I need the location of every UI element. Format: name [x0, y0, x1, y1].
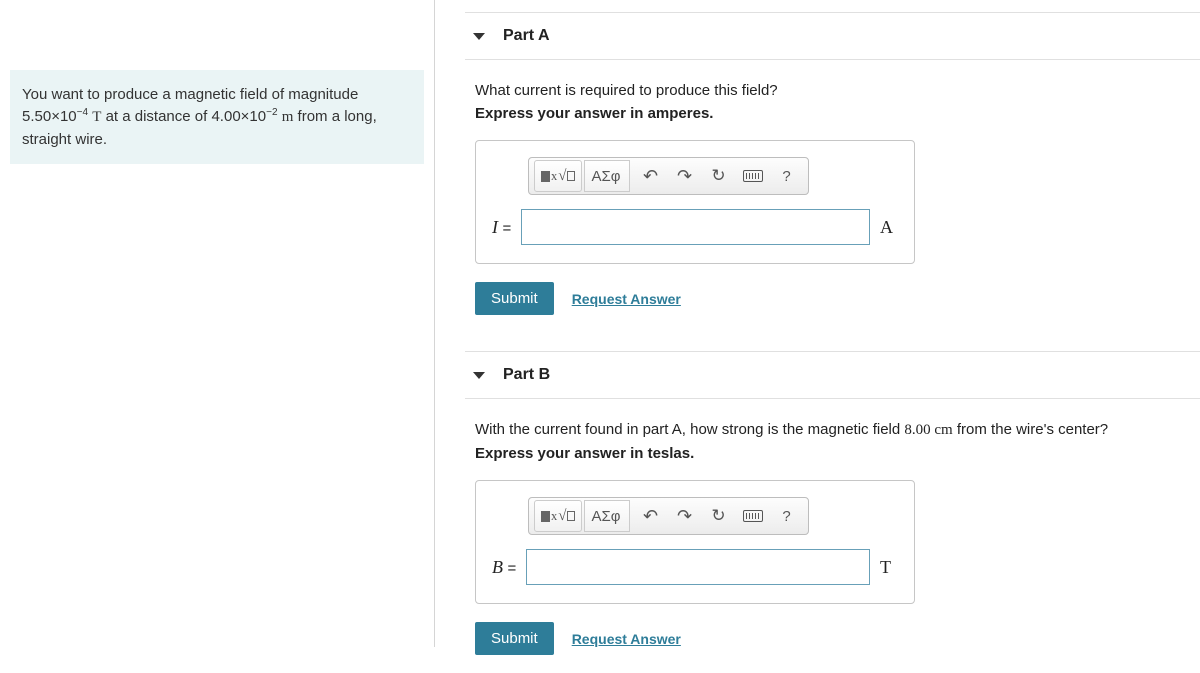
- redo-icon: ↷: [677, 166, 692, 187]
- undo-icon: ↶: [643, 166, 658, 187]
- keyboard-button[interactable]: [737, 501, 769, 531]
- part-b-request-answer-link[interactable]: Request Answer: [572, 631, 681, 647]
- reset-button[interactable]: ↻: [703, 501, 735, 531]
- distance-value: 4.00×10−2: [211, 108, 277, 125]
- part-b-instruction: Express your answer in teslas.: [475, 445, 1190, 462]
- part-a-instruction: Express your answer in amperes.: [475, 105, 1190, 122]
- keyboard-icon: [743, 510, 763, 522]
- part-a-unit: A: [880, 217, 898, 238]
- redo-icon: ↷: [677, 506, 692, 527]
- part-b-title: Part B: [503, 366, 550, 384]
- part-b-header[interactable]: Part B: [465, 351, 1200, 399]
- undo-button[interactable]: ↶: [635, 161, 667, 191]
- reset-icon: ↻: [711, 166, 725, 186]
- templates-icon: x√: [541, 508, 575, 525]
- part-b-unit: T: [880, 557, 898, 578]
- part-a-answer-input[interactable]: [521, 209, 870, 245]
- templates-icon: x√: [541, 168, 575, 185]
- help-button[interactable]: ?: [771, 161, 803, 191]
- part-b-question: With the current found in part A, how st…: [475, 421, 1190, 439]
- equation-toolbar: x√ ΑΣφ ↶ ↷ ↻ ?: [528, 497, 809, 535]
- undo-icon: ↶: [643, 506, 658, 527]
- part-b-submit-button[interactable]: Submit: [475, 622, 554, 655]
- problem-statement: You want to produce a magnetic field of …: [10, 70, 424, 164]
- symbols-button[interactable]: ΑΣφ: [584, 160, 629, 192]
- help-button[interactable]: ?: [771, 501, 803, 531]
- undo-button[interactable]: ↶: [635, 501, 667, 531]
- variable-label-I: I =: [492, 217, 511, 238]
- keyboard-button[interactable]: [737, 161, 769, 191]
- templates-button[interactable]: x√: [534, 160, 582, 192]
- part-a-title: Part A: [503, 27, 550, 45]
- reset-icon: ↻: [711, 506, 725, 526]
- part-a-answer-group: x√ ΑΣφ ↶ ↷ ↻ ? I = A: [475, 140, 915, 264]
- redo-button[interactable]: ↷: [669, 501, 701, 531]
- meter-unit: m: [282, 109, 294, 125]
- templates-button[interactable]: x√: [534, 500, 582, 532]
- part-a-question: What current is required to produce this…: [475, 82, 1190, 99]
- part-b-answer-group: x√ ΑΣφ ↶ ↷ ↻ ? B = T: [475, 480, 915, 604]
- part-a-submit-button[interactable]: Submit: [475, 282, 554, 315]
- problem-text: You want to produce a magnetic field of …: [22, 86, 358, 103]
- chevron-down-icon: [473, 33, 485, 40]
- keyboard-icon: [743, 170, 763, 182]
- equation-toolbar: x√ ΑΣφ ↶ ↷ ↻ ?: [528, 157, 809, 195]
- redo-button[interactable]: ↷: [669, 161, 701, 191]
- part-a-header[interactable]: Part A: [465, 12, 1200, 60]
- variable-label-B: B =: [492, 557, 516, 578]
- part-a-body: What current is required to produce this…: [465, 60, 1200, 333]
- reset-button[interactable]: ↻: [703, 161, 735, 191]
- tesla-unit: T: [92, 109, 101, 125]
- part-a-request-answer-link[interactable]: Request Answer: [572, 291, 681, 307]
- magnitude-value: 5.50×10−4: [22, 108, 88, 125]
- chevron-down-icon: [473, 372, 485, 379]
- part-b-answer-input[interactable]: [526, 549, 870, 585]
- part-b-body: With the current found in part A, how st…: [465, 399, 1200, 673]
- symbols-button[interactable]: ΑΣφ: [584, 500, 629, 532]
